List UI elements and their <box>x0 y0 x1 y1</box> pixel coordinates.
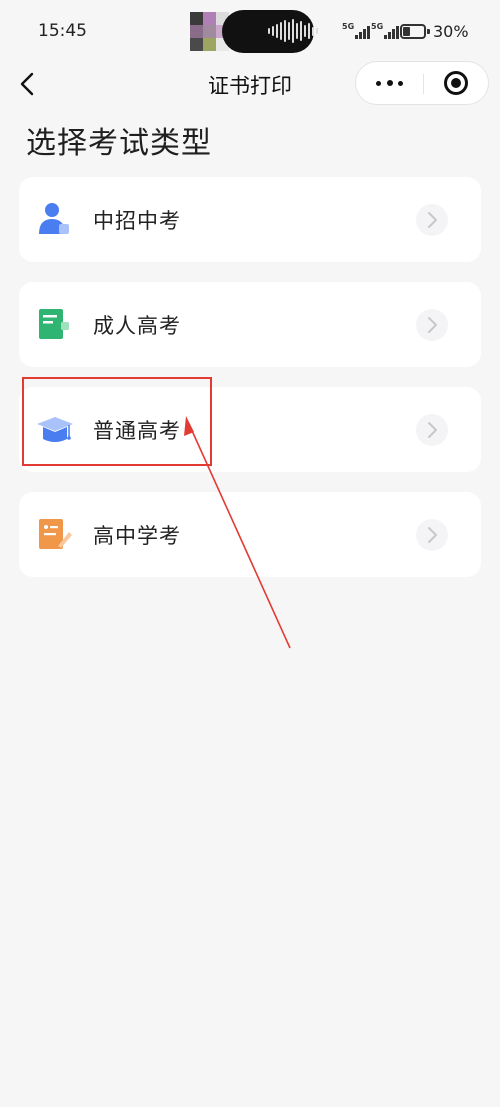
annotation-highlight-box <box>22 377 212 466</box>
note-edit-icon <box>39 519 72 549</box>
exam-type-label: 中招中考 <box>93 209 181 233</box>
waveform-icon <box>268 19 318 43</box>
exam-type-label: 高中学考 <box>93 524 181 548</box>
chevron-right-icon <box>416 519 448 551</box>
battery-icon <box>400 24 430 39</box>
book-icon <box>39 309 69 339</box>
chevron-right-icon <box>416 309 448 341</box>
chevron-right-icon <box>416 414 448 446</box>
battery-percentage: 30% <box>433 22 469 41</box>
page-title: 选择考试类型 <box>26 126 212 161</box>
exam-type-card-gaozhong[interactable]: 高中学考 <box>19 492 481 577</box>
person-icon <box>39 203 69 234</box>
chevron-right-icon <box>416 204 448 236</box>
signal-5g-icon: 5G <box>342 22 370 40</box>
signal-5g-icon: 5G <box>371 22 399 40</box>
close-mini-program-button[interactable] <box>424 62 490 104</box>
status-time: 15:45 <box>38 21 87 41</box>
exam-type-label: 成人高考 <box>93 314 181 338</box>
exam-type-card-zhongzhao[interactable]: 中招中考 <box>19 177 481 262</box>
more-button[interactable] <box>356 62 423 104</box>
screen: 15:45 5G 5G 30% 证书打印 选择考试类型 中招中考 成人高考 普通… <box>0 0 500 1107</box>
mini-program-capsule <box>355 61 489 105</box>
status-bar: 15:45 5G 5G 30% <box>0 0 500 60</box>
exam-type-card-chengren[interactable]: 成人高考 <box>19 282 481 367</box>
